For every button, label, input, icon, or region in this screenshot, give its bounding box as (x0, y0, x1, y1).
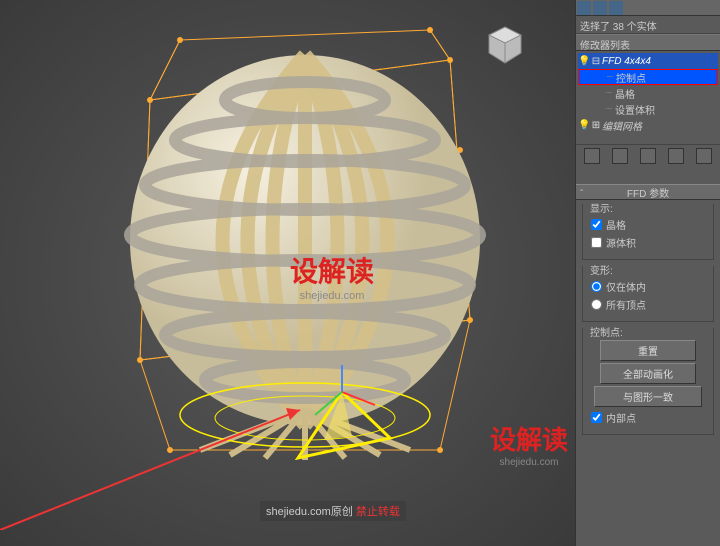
unique-icon[interactable] (640, 148, 656, 164)
show-result-icon[interactable] (612, 148, 628, 164)
panel-tabs[interactable] (576, 0, 720, 16)
modifier-stack[interactable]: 💡 ⊟ FFD 4x4x4 ┈控制点 ┈晶格 ┈设置体积 💡 ⊞ 编辑网格 (576, 51, 720, 136)
tab-icon[interactable] (609, 1, 623, 15)
modify-panel: 选择了 38 个实体 修改器列表 💡 ⊟ FFD 4x4x4 ┈控制点 ┈晶格 … (575, 0, 720, 546)
modifier-set-volume[interactable]: ┈设置体积 (578, 101, 718, 117)
source-volume-checkbox[interactable] (591, 237, 602, 248)
in-volume-radio[interactable] (591, 281, 602, 292)
selection-status: 选择了 38 个实体 (576, 16, 720, 34)
footer-watermark: shejiedu.com原创 禁止转载 (260, 501, 406, 521)
pin-stack-icon[interactable] (584, 148, 600, 164)
modifier-list-dropdown[interactable]: 修改器列表 (576, 34, 720, 51)
modifier-edit-mesh[interactable]: 💡 ⊞ 编辑网格 (578, 117, 718, 133)
modifier-control-points[interactable]: ┈控制点 (578, 69, 718, 85)
remove-icon[interactable] (668, 148, 684, 164)
watermark: 设解读 shejiedu.com (490, 420, 568, 468)
configure-icon[interactable] (696, 148, 712, 164)
match-shape-button[interactable]: 与图形一致 (594, 386, 702, 407)
reset-button[interactable]: 重置 (600, 340, 697, 361)
viewport-3d[interactable]: 设解读 shejiedu.com 设解读 shejiedu.com shejie… (0, 0, 575, 546)
bulb-icon[interactable]: 💡 (578, 56, 590, 67)
display-group: 显示: 晶格 源体积 (582, 204, 714, 260)
animate-all-button[interactable]: 全部动画化 (600, 363, 697, 384)
lattice-checkbox[interactable] (591, 219, 602, 230)
ffd-model[interactable] (80, 20, 500, 460)
modifier-lattice[interactable]: ┈晶格 (578, 85, 718, 101)
inside-points-checkbox[interactable] (591, 412, 602, 423)
modifier-ffd[interactable]: 💡 ⊟ FFD 4x4x4 (578, 53, 718, 69)
control-points-group: 控制点: 重置 全部动画化 与图形一致 内部点 (582, 328, 714, 435)
bulb-icon[interactable]: 💡 (578, 120, 590, 131)
tab-icon[interactable] (593, 1, 607, 15)
deform-group: 变形: 仅在体内 所有顶点 (582, 266, 714, 322)
modifier-stack-buttons (576, 144, 720, 166)
tab-icon[interactable] (577, 1, 591, 15)
expand-icon[interactable]: ⊟ (590, 56, 602, 67)
rollout-ffd-params[interactable]: -FFD 参数 (576, 184, 720, 200)
all-verts-radio[interactable] (591, 299, 602, 310)
expand-icon[interactable]: ⊞ (590, 120, 602, 131)
